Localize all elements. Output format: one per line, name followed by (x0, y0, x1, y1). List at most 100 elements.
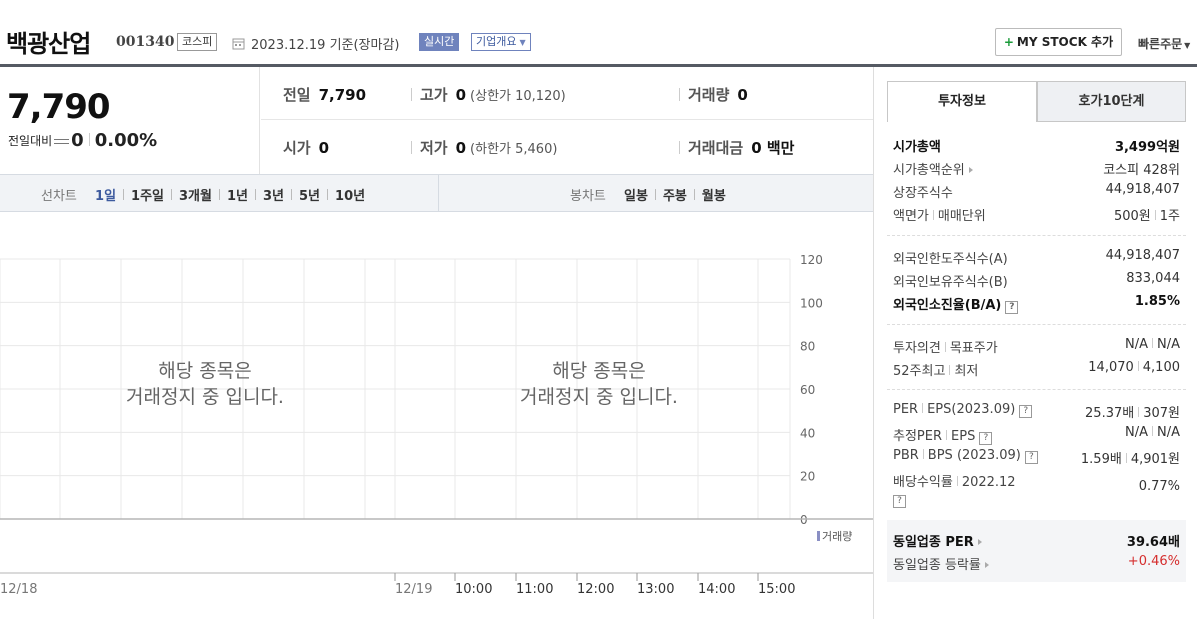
tab-period-6[interactable]: 10년 (335, 189, 365, 204)
help-icon[interactable]: ? (979, 432, 993, 445)
w52-high-label: 52주최고 (893, 364, 946, 379)
dividend-label-text: 배당수익률 (893, 475, 953, 490)
info-tabs: 투자정보 호가10단계 (887, 81, 1186, 122)
prev-close-cell: 전일 7,790 (283, 84, 366, 105)
info-row: PBR BPS (2023.09)? 1.59배 4,901원 (887, 445, 1186, 468)
halt-message-line1: 해당 종목은 (552, 360, 645, 382)
tab-period-2[interactable]: 3개월 (179, 189, 212, 204)
divider (411, 88, 412, 101)
company-overview-button[interactable]: 기업개요 ▼ (471, 33, 531, 51)
info-row: 배당수익률 2022.12? 0.77% (887, 468, 1186, 508)
help-icon[interactable]: ? (1005, 301, 1019, 314)
halt-message-line2: 거래정지 중 입니다. (520, 386, 678, 408)
pbr-value: 1.59배 4,901원 (1081, 448, 1180, 467)
foreign-group: 외국인한도주식수(A) 44,918,407 외국인보유주식수(B) 833,0… (887, 245, 1186, 314)
help-icon[interactable]: ? (1019, 405, 1033, 418)
summary-row: 시가 0 저가 0 (하한가 5,460) 거래대금 0 백만 (261, 120, 873, 173)
current-price: 7,790 (7, 87, 111, 127)
sector-rate-link[interactable]: 동일업종 등락률 (893, 554, 989, 573)
info-row: 외국인소진율(B/A)? 1.85% (887, 291, 1186, 314)
opinion-value-text: N/A (1125, 337, 1148, 352)
eps-label-text: EPS (927, 402, 952, 417)
market-cap-rank-value: 코스피 428위 (1103, 163, 1180, 178)
market-cap-rank-link[interactable]: 시가총액순위 (893, 159, 973, 178)
pbr-label-text: PBR (893, 448, 919, 463)
realtime-button[interactable]: 실시간 (419, 33, 460, 51)
per-period: (2023.09) (951, 402, 1016, 417)
info-row: 액면가 매매단위 500원 1주 (887, 202, 1186, 225)
line-chart-title: 선차트 (41, 189, 77, 204)
add-my-stock-button[interactable]: + MY STOCK 추가 (995, 28, 1122, 56)
tab-period-5[interactable]: 5년 (299, 189, 320, 204)
divider (411, 141, 412, 154)
divider (255, 189, 256, 200)
upper-limit: (상한가 10,120) (470, 89, 566, 104)
quick-order-button[interactable]: 빠른주문 ▼ (1138, 35, 1190, 52)
w52-low-label: 최저 (954, 364, 979, 379)
tab-candle-1[interactable]: 주봉 (663, 189, 687, 204)
opinion-label: 투자의견 목표주가 (893, 337, 998, 356)
foreign-ratio-label: 외국인소진율(B/A)? (893, 294, 1019, 314)
volume-legend-marker (817, 531, 820, 541)
tab-order-book[interactable]: 호가10단계 (1037, 81, 1186, 122)
market-badge: 코스피 (177, 33, 218, 51)
per-label: PER EPS(2023.09)? (893, 402, 1033, 418)
sector-per-value: 39.64배 (1126, 535, 1180, 550)
sector-per-link[interactable]: 동일업종 PER (893, 531, 982, 550)
low-value: 0 (455, 139, 467, 157)
dividend-label: 배당수익률 2022.12? (893, 471, 1016, 508)
par-value-label: 액면가 매매단위 (893, 205, 986, 224)
line-chart-tabs: 선차트 1일 1주일 3개월 1년 3년 5년 10년 (41, 185, 365, 204)
divider (123, 189, 125, 200)
pbr-period: (2023.09) (956, 448, 1021, 463)
tab-period-1[interactable]: 1주일 (131, 189, 164, 204)
tab-period-3[interactable]: 1년 (227, 189, 248, 204)
w52-low-value: 4,100 (1142, 360, 1180, 375)
x-tick-label: 10:00 (455, 582, 492, 597)
amount-cell: 거래대금 0 백만 (679, 137, 794, 158)
divider (171, 189, 173, 200)
info-row: 상장주식수 44,918,407 (887, 179, 1186, 202)
divider (887, 389, 1186, 390)
tab-candle-0[interactable]: 일봉 (624, 189, 648, 204)
high-label: 고가 (420, 86, 448, 104)
volume-cell: 거래량 0 (679, 84, 748, 105)
tab-period-0[interactable]: 1일 (95, 189, 116, 204)
info-row[interactable]: 동일업종 PER 39.64배 (887, 528, 1186, 551)
info-row[interactable]: 동일업종 등락률 +0.46% (887, 551, 1186, 574)
dividend-yield: 0.77% (1138, 479, 1180, 494)
divider (922, 449, 924, 459)
stock-header: 백광산업 001340 코스피 2023.12.19 기준(장마감) 실시간 기… (0, 0, 1197, 64)
plus-icon: + (1003, 35, 1014, 49)
low-label: 저가 (420, 139, 448, 157)
foreign-hold-label: 외국인보유주식수(B) (893, 275, 1008, 290)
market-cap-label: 시가총액 (893, 140, 941, 155)
halt-message-line1: 해당 종목은 (158, 360, 251, 382)
help-icon[interactable]: ? (893, 495, 906, 508)
est-per-label: 추정PER EPS? (893, 425, 993, 445)
change-rate: 0.00% (94, 130, 158, 151)
eps-value-text: 307원 (1143, 406, 1180, 421)
info-row: 투자의견 목표주가 N/A N/A (887, 334, 1186, 357)
x-tick-label: 12/18 (0, 582, 37, 597)
divider (1152, 426, 1153, 436)
info-row[interactable]: 시가총액순위 코스피 428위 (887, 156, 1186, 179)
tab-period-4[interactable]: 3년 (263, 189, 284, 204)
foreign-limit-value: 44,918,407 (1105, 248, 1180, 263)
sector-rate-value: +0.46% (1127, 554, 1180, 569)
tab-candle-2[interactable]: 월봉 (702, 189, 726, 204)
x-tick-label: 12/19 (395, 582, 432, 597)
help-icon[interactable]: ? (1024, 451, 1038, 464)
est-per-label-text: 추정PER (893, 429, 943, 444)
info-row: 외국인보유주식수(B) 833,044 (887, 268, 1186, 291)
y-tick-label: 40 (800, 426, 815, 440)
stock-name: 백광산업 (6, 29, 91, 58)
summary-row: 전일 7,790 고가 0 (상한가 10,120) 거래량 0 (261, 67, 873, 120)
base-date: 2023.12.19 기준(장마감) (251, 38, 400, 53)
foreign-ratio-value: 1.85% (1134, 294, 1180, 309)
chart-tabs: 선차트 1일 1주일 3개월 1년 3년 5년 10년 봉차트 일봉 주봉 월봉 (0, 174, 873, 212)
high-cell: 고가 0 (상한가 10,120) (411, 84, 566, 105)
tab-invest-info[interactable]: 투자정보 (887, 81, 1037, 122)
foreign-ratio-text: 외국인소진율(B/A) (893, 298, 1002, 313)
price-chart: 120 100 80 60 40 20 0 해당 종목은 거래정지 중 입니다. 해당 종목은 거래… (0, 213, 873, 619)
